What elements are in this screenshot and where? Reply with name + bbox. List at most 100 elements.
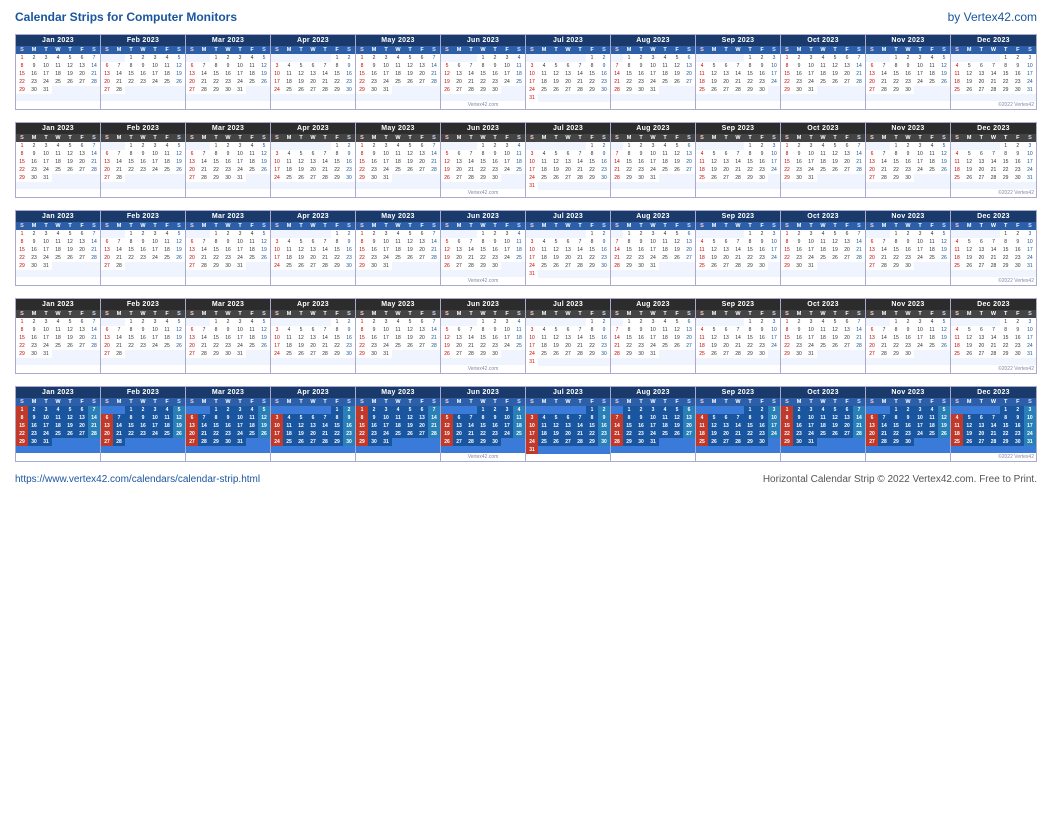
day-cell — [550, 406, 562, 414]
day-cell: 10 — [380, 414, 392, 422]
day-cell — [586, 182, 598, 190]
day-cell: 24 — [149, 254, 161, 262]
day-cell: 1 — [890, 54, 902, 62]
day-header-cell: S — [173, 222, 185, 230]
day-header-cell: W — [902, 398, 914, 406]
day-header-cell: T — [465, 310, 477, 318]
day-cell — [951, 182, 963, 189]
day-header-cell: W — [647, 310, 659, 318]
day-cell — [538, 94, 550, 102]
day-cell — [76, 358, 88, 365]
day-cell — [550, 318, 562, 326]
day-cell: 1 — [586, 406, 598, 414]
day-cell — [307, 270, 319, 277]
day-cell — [538, 406, 550, 414]
day-cell: 21 — [428, 158, 440, 166]
day-cell: 30 — [28, 262, 40, 270]
day-cell — [319, 94, 331, 101]
day-cell: 14 — [878, 158, 890, 166]
day-cell: 2 — [137, 142, 149, 150]
day-cell: 17 — [805, 334, 817, 342]
day-header-cell: M — [623, 222, 635, 230]
day-cell — [829, 94, 841, 101]
day-header-cell: T — [319, 222, 331, 230]
day-cell: 16 — [489, 422, 501, 430]
day-cell: 6 — [186, 238, 198, 246]
day-cell: 28 — [611, 262, 623, 270]
day-cell: 26 — [64, 166, 76, 174]
day-cell: 23 — [368, 254, 380, 262]
month-block: Dec 2023SMTWTFS1234567891011121314151617… — [951, 35, 1036, 109]
day-cell: 6 — [975, 150, 987, 158]
day-cell: 22 — [586, 166, 598, 174]
day-cell — [258, 438, 270, 446]
day-cell — [307, 318, 319, 326]
day-cell — [173, 350, 185, 358]
day-header-cell: S — [101, 222, 113, 230]
day-cell — [271, 270, 283, 277]
month-header: Sep 2023 — [696, 387, 780, 398]
day-cell: 2 — [222, 230, 234, 238]
day-header-cell: T — [404, 398, 416, 406]
day-cell: 19 — [173, 158, 185, 166]
day-cell: 19 — [671, 246, 683, 254]
day-cell: 29 — [744, 174, 756, 182]
day-cell: 31 — [40, 350, 52, 358]
day-cell — [866, 358, 878, 365]
day-cell: 15 — [1000, 70, 1012, 78]
day-cell — [186, 182, 198, 189]
day-header-cell: F — [331, 134, 343, 142]
day-cell: 25 — [52, 342, 64, 350]
day-cell — [647, 270, 659, 277]
day-cell: 7 — [113, 238, 125, 246]
day-cell: 25 — [817, 78, 829, 86]
day-cell: 9 — [28, 414, 40, 422]
day-cell: 12 — [173, 414, 185, 422]
day-cell: 15 — [125, 246, 137, 254]
day-cell: 24 — [149, 166, 161, 174]
day-cell: 31 — [805, 262, 817, 270]
day-header-cell: S — [696, 398, 708, 406]
day-cell: 27 — [866, 86, 878, 94]
day-cell: 13 — [76, 414, 88, 422]
day-cell: 23 — [368, 430, 380, 438]
day-cell: 17 — [526, 342, 538, 350]
day-cell: 4 — [817, 54, 829, 62]
day-cell — [562, 230, 574, 238]
day-cell: 25 — [513, 166, 525, 174]
day-cell — [683, 174, 695, 182]
day-cell: 16 — [343, 334, 355, 342]
day-header-cell: F — [416, 134, 428, 142]
day-cell: 29 — [477, 262, 489, 270]
day-header-cell: T — [659, 398, 671, 406]
day-cell: 20 — [562, 254, 574, 262]
day-cell: 1 — [16, 54, 28, 62]
watermark: Vertex42.com — [441, 189, 525, 197]
day-cell — [404, 262, 416, 270]
day-cell: 13 — [307, 70, 319, 78]
day-cell — [829, 350, 841, 358]
day-cell: 17 — [149, 158, 161, 166]
day-cell: 4 — [926, 230, 938, 238]
day-header-cell: S — [1024, 134, 1036, 142]
day-cell: 9 — [793, 150, 805, 158]
day-cell: 27 — [416, 166, 428, 174]
month-header: Jun 2023 — [441, 299, 525, 310]
day-cell: 21 — [113, 430, 125, 438]
day-cell — [513, 350, 525, 358]
day-cell — [914, 446, 926, 453]
day-cell — [173, 446, 185, 453]
day-cell: 17 — [914, 70, 926, 78]
day-cell: 22 — [623, 78, 635, 86]
day-cell: 1 — [477, 230, 489, 238]
day-cell: 12 — [963, 70, 975, 78]
day-cell: 17 — [501, 334, 513, 342]
day-header-cell: T — [125, 46, 137, 54]
day-header-cell: T — [550, 222, 562, 230]
day-cell: 15 — [586, 158, 598, 166]
day-header-cell: M — [623, 310, 635, 318]
month-block: Oct 2023SMTWTFS1234567891011121314151617… — [781, 299, 866, 373]
day-cell: 18 — [513, 246, 525, 254]
day-cell: 6 — [841, 54, 853, 62]
day-cell: 8 — [890, 150, 902, 158]
